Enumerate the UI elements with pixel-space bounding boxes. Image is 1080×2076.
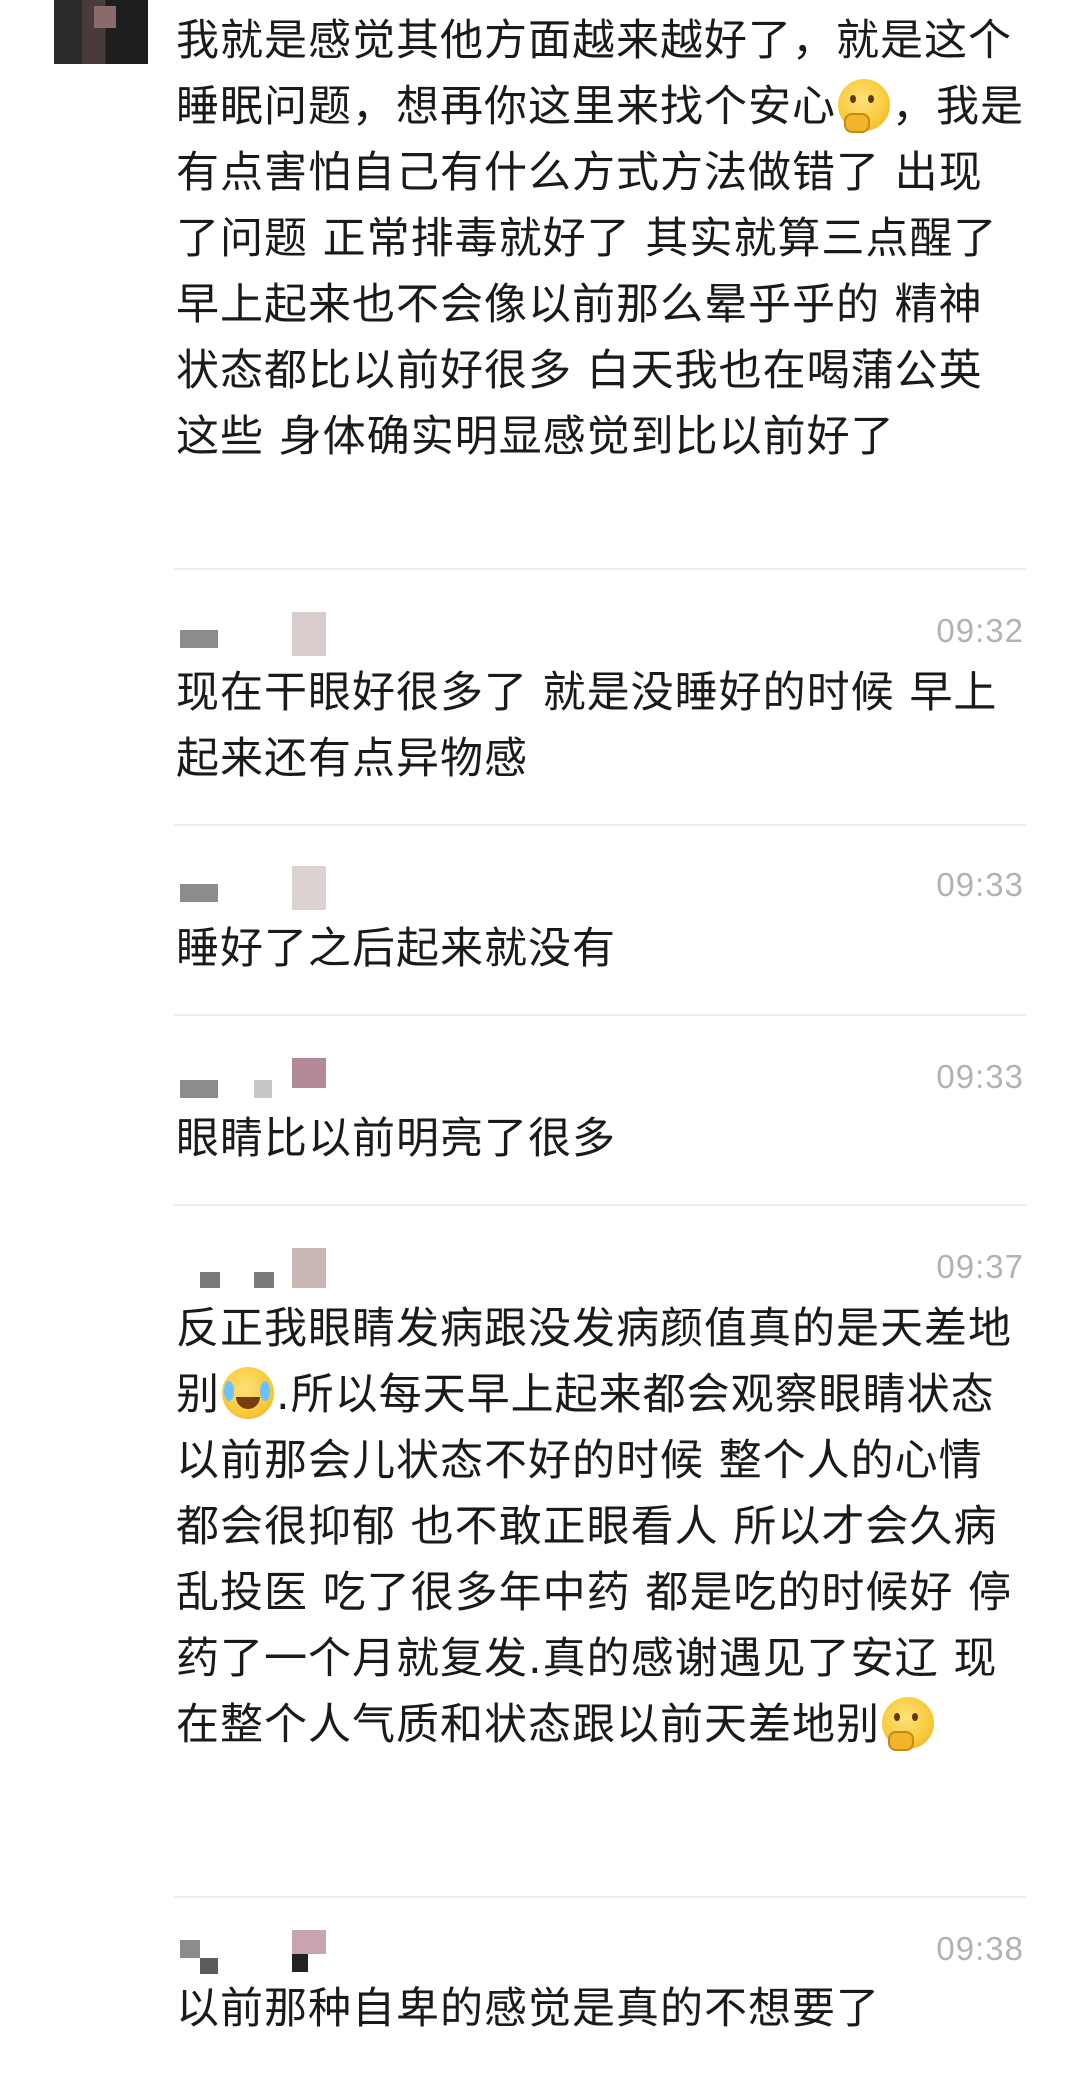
sender-name[interactable] <box>180 612 340 662</box>
message-text: 以前那种自卑的感觉是真的不想要了 <box>176 1984 880 2034</box>
message-divider <box>174 1014 1026 1016</box>
sender-name[interactable] <box>180 1058 340 1108</box>
message-time: 09:33 <box>936 866 1024 903</box>
sender-name[interactable] <box>180 1248 340 1298</box>
message-divider <box>174 1896 1026 1898</box>
message-text: 睡好了之后起来就没有 <box>176 924 616 974</box>
message-text: 现在干眼好很多了 就是没睡好的时候 早上起来还有点异物感 <box>176 668 998 784</box>
chat-history: 我就是感觉其他方面越来越好了，就是这个睡眠问题，想再你这里来找个安心 ，我是有点害… <box>0 0 1080 2076</box>
message-text: 反正我眼睛发病跟没发病颜值真的是天差地别 .所以每天早上起来都会观察眼睛状态 以前… <box>176 1304 1013 1751</box>
message-text: 眼睛比以前明亮了很多 <box>176 1114 616 1164</box>
avatar[interactable] <box>54 0 148 64</box>
message-time: 09:38 <box>936 1930 1024 1967</box>
message-time: 09:37 <box>936 1248 1024 1285</box>
message-text: 我就是感觉其他方面越来越好了，就是这个睡眠问题，想再你这里来找个安心 ，我是有点害… <box>176 16 1024 462</box>
thinking-face-emoji <box>882 1697 934 1751</box>
message-time: 09:33 <box>936 1058 1024 1095</box>
message-divider <box>174 1204 1026 1206</box>
message-divider <box>174 568 1026 570</box>
message-time: 09:32 <box>936 612 1024 649</box>
thinking-face-emoji <box>838 79 890 133</box>
message-divider <box>174 824 1026 826</box>
crying-laughing-emoji <box>222 1367 274 1419</box>
sender-name[interactable] <box>180 1930 340 1980</box>
sender-name[interactable] <box>180 866 340 916</box>
